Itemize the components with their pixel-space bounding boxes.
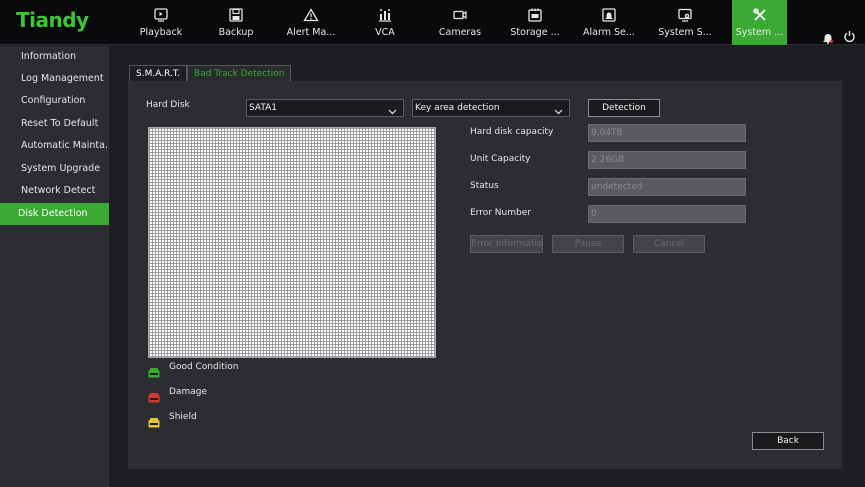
storage-icon bbox=[527, 7, 543, 23]
sidebar-item-reset-to-default[interactable]: Reset To Default bbox=[0, 113, 109, 135]
sidebar-item-disk-detection[interactable]: Disk Detection bbox=[0, 203, 109, 225]
vca-icon bbox=[377, 7, 393, 23]
nav-label: Alarm Se... bbox=[583, 27, 635, 38]
camera-icon bbox=[452, 7, 468, 23]
hard-disk-select[interactable]: SATA1 bbox=[246, 99, 404, 117]
nav-label: System S... bbox=[658, 27, 712, 38]
error-information-button[interactable]: Error Information bbox=[470, 235, 543, 253]
nav-label: System ... bbox=[735, 27, 784, 38]
error-number-field: 0 bbox=[588, 205, 746, 223]
nav-cameras[interactable]: Cameras bbox=[425, 0, 495, 45]
sidebar-item-information[interactable]: Information bbox=[0, 46, 109, 68]
nav-alert-management[interactable]: Alert Ma... bbox=[276, 0, 346, 45]
nav-label: Backup bbox=[218, 27, 254, 38]
top-nav-bar: Tiandy Playback Backup Alert Ma... VCA C… bbox=[0, 0, 865, 45]
unit-capacity-field: 2.26GB bbox=[588, 151, 746, 169]
sidebar: Information Log Management Configuration… bbox=[0, 46, 109, 487]
nav-label: Alert Ma... bbox=[286, 27, 336, 38]
damage-icon bbox=[148, 388, 160, 403]
power-icon[interactable] bbox=[843, 28, 856, 47]
shield-icon bbox=[148, 413, 160, 428]
nav-label: Storage ... bbox=[510, 27, 560, 38]
chevron-down-icon bbox=[554, 105, 563, 121]
status-label: Status bbox=[470, 181, 499, 191]
sidebar-item-configuration[interactable]: Configuration bbox=[0, 90, 109, 112]
cancel-button[interactable]: Cancel bbox=[633, 235, 705, 253]
hard-disk-capacity-label: Hard disk capacity bbox=[470, 127, 554, 137]
alarm-icon bbox=[601, 7, 617, 23]
sidebar-item-log-management[interactable]: Log Management bbox=[0, 68, 109, 90]
tab-bad-track-detection[interactable]: Bad Track Detection bbox=[187, 65, 292, 82]
playback-icon bbox=[153, 7, 169, 23]
sidebar-item-network-detect[interactable]: Network Detect bbox=[0, 180, 109, 202]
nav-system-settings[interactable]: System S... bbox=[650, 0, 720, 45]
alert-icon bbox=[303, 7, 319, 23]
nav-label: VCA bbox=[375, 27, 395, 38]
error-number-label: Error Number bbox=[470, 208, 531, 218]
pause-button[interactable]: Pause bbox=[552, 235, 624, 253]
detection-mode-select[interactable]: Key area detection bbox=[412, 99, 570, 117]
status-field: undetected bbox=[588, 178, 746, 196]
unit-capacity-label: Unit Capacity bbox=[470, 154, 531, 164]
damage-label: Damage bbox=[169, 387, 207, 397]
backup-icon bbox=[228, 7, 244, 23]
good-condition-icon bbox=[148, 363, 160, 378]
detection-button[interactable]: Detection bbox=[588, 99, 660, 117]
nav-playback[interactable]: Playback bbox=[126, 0, 196, 45]
tools-icon bbox=[752, 7, 768, 23]
back-button[interactable]: Back bbox=[752, 432, 824, 450]
nav-label: Cameras bbox=[438, 27, 482, 38]
good-condition-label: Good Condition bbox=[169, 362, 239, 372]
hard-disk-capacity-field: 9.04TB bbox=[588, 124, 746, 142]
system-settings-icon bbox=[677, 7, 693, 23]
tab-smart[interactable]: S.M.A.R.T. bbox=[129, 65, 188, 82]
nav-backup[interactable]: Backup bbox=[201, 0, 271, 45]
disk-sector-map bbox=[148, 127, 436, 358]
nav-label: Playback bbox=[139, 27, 183, 38]
chevron-down-icon bbox=[388, 105, 397, 121]
shield-label: Shield bbox=[169, 412, 197, 422]
nav-vca[interactable]: VCA bbox=[350, 0, 420, 45]
detection-mode-select-value: Key area detection bbox=[415, 103, 500, 113]
sidebar-item-automatic-maintenance[interactable]: Automatic Mainta... bbox=[0, 135, 109, 157]
hard-disk-select-value: SATA1 bbox=[249, 103, 278, 113]
nav-system-maintenance[interactable]: System ... bbox=[732, 0, 787, 45]
hard-disk-label: Hard Disk bbox=[146, 100, 190, 110]
nav-storage[interactable]: Storage ... bbox=[500, 0, 570, 45]
sidebar-item-system-upgrade[interactable]: System Upgrade bbox=[0, 158, 109, 180]
nav-alarm-settings[interactable]: Alarm Se... bbox=[574, 0, 644, 45]
brand-logo: Tiandy bbox=[16, 8, 89, 32]
